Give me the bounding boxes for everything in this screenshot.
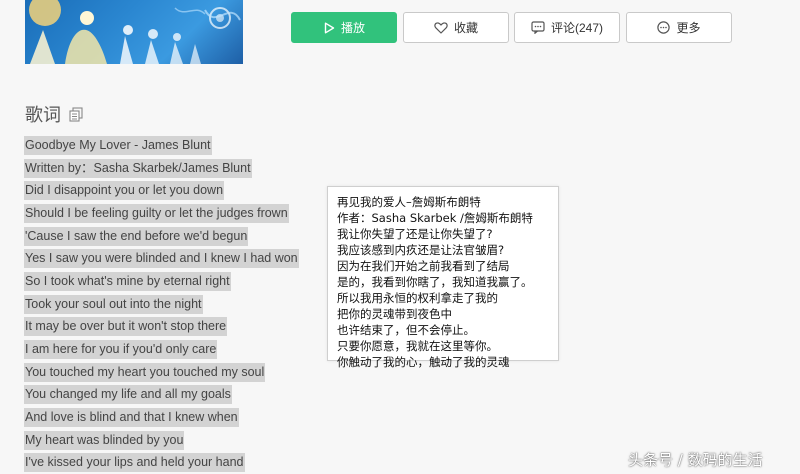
favorite-button[interactable]: 收藏	[403, 12, 509, 43]
copy-icon[interactable]	[69, 106, 83, 122]
translation-box: 再见我的爱人–詹姆斯布朗特 作者：Sasha Skarbek /詹姆斯布朗特 我…	[327, 186, 559, 369]
more-button-label: 更多	[676, 21, 701, 35]
lyrics-heading: 歌词	[25, 101, 83, 127]
more-icon	[657, 21, 671, 34]
watermark: 头条号 / 数码的生活	[628, 451, 763, 469]
translation-line: 再见我的爱人–詹姆斯布朗特	[337, 195, 481, 209]
play-icon	[323, 22, 335, 34]
translation-line: 只要你愿意，我就在这里等你。	[337, 339, 498, 353]
lyric-line: 'Cause I saw the end before we'd begun	[24, 227, 249, 246]
lyric-line: And love is blind and that I knew when	[24, 408, 239, 427]
more-button[interactable]: 更多	[626, 12, 732, 43]
comment-button[interactable]: 评论(247)	[514, 12, 620, 43]
lyric-line: Yes I saw you were blinded and I knew I …	[24, 249, 299, 268]
lyric-line: I am here for you if you'd only care	[24, 340, 218, 359]
comment-button-label: 评论(247)	[550, 21, 603, 35]
lyric-line: It may be over but it won't stop there	[24, 317, 228, 336]
comment-icon	[531, 21, 545, 34]
translation-line: 把你的灵魂带到夜色中	[337, 307, 452, 321]
translation-line: 我应该感到内疚还是让法官皱眉?	[337, 243, 505, 257]
translation-line: 也许结束了，但不会停止。	[337, 323, 475, 337]
album-cover[interactable]	[25, 0, 243, 64]
translation-line: 因为在我们开始之前我看到了结局	[337, 259, 510, 273]
lyric-line: You touched my heart you touched my soul	[24, 363, 266, 382]
translation-line: 所以我用永恒的权利拿走了我的	[337, 291, 498, 305]
lyric-line: Took your soul out into the night	[24, 295, 203, 314]
lyric-line: Written by：Sasha Skarbek/James Blunt	[24, 159, 252, 178]
favorite-button-label: 收藏	[453, 21, 478, 35]
translation-line: 我让你失望了还是让你失望了?	[337, 227, 493, 241]
translation-line: 你触动了我的心，触动了我的灵魂	[337, 355, 510, 369]
lyrics-title: 歌词	[25, 105, 61, 126]
lyric-line: Should I be feeling guilty or let the ju…	[24, 204, 289, 223]
album-art-illustration	[29, 0, 241, 64]
heart-icon	[434, 21, 448, 34]
lyric-line: So I took what's mine by eternal right	[24, 272, 231, 291]
translation-line: 是的，我看到你瞎了，我知道我赢了。	[337, 275, 533, 289]
lyric-line: My heart was blinded by you	[24, 431, 185, 450]
play-button[interactable]: 播放	[291, 12, 397, 43]
lyric-line: Did I disappoint you or let you down	[24, 181, 225, 200]
translation-line: 作者：Sasha Skarbek /詹姆斯布朗特	[337, 211, 533, 225]
lyric-line: Goodbye My Lover - James Blunt	[24, 136, 212, 155]
play-button-label: 播放	[340, 21, 365, 35]
lyric-line: I've kissed your lips and held your hand	[24, 453, 245, 472]
lyric-line: You changed my life and all my goals	[24, 385, 232, 404]
